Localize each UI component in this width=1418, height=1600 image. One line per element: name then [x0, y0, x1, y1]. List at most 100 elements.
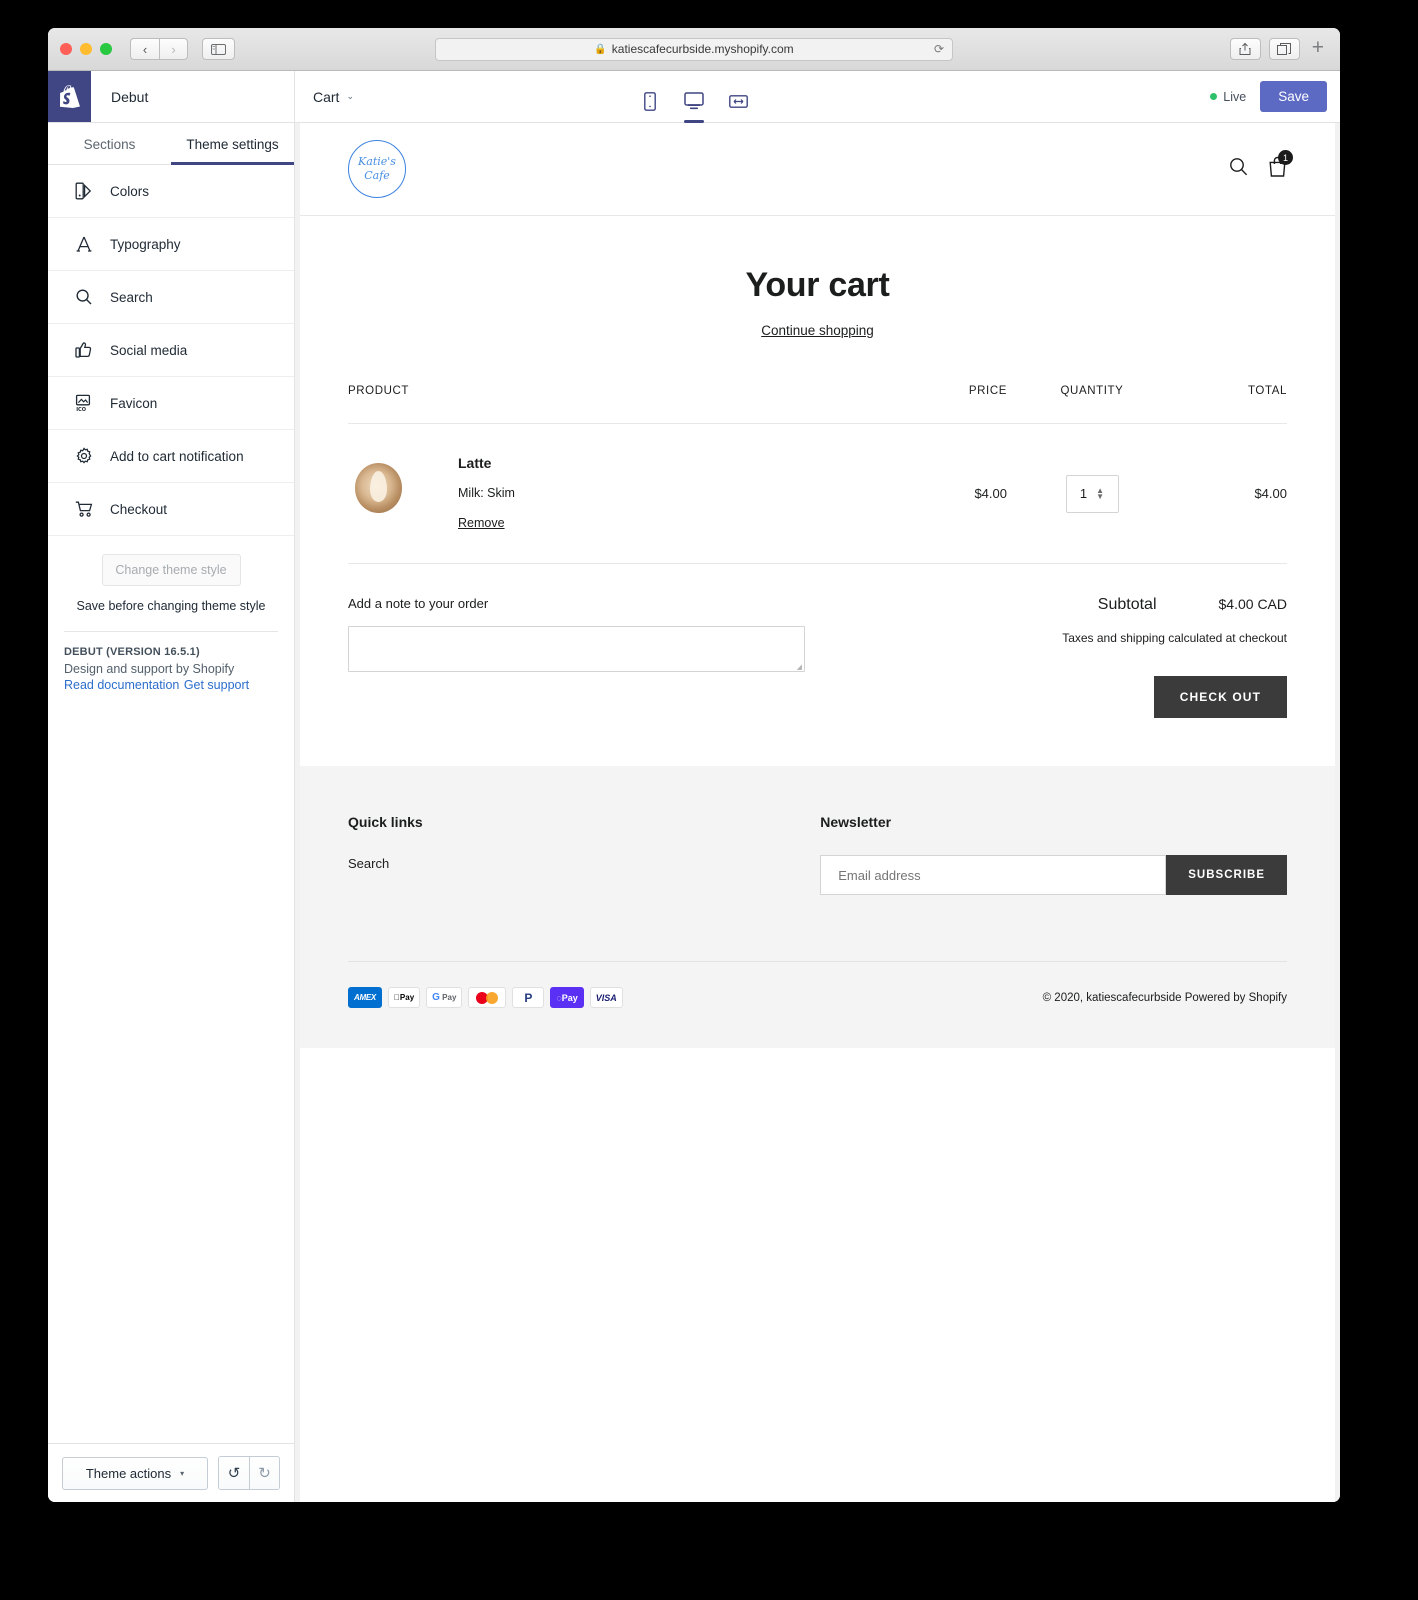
subtotal-value: $4.00 CAD	[1218, 596, 1287, 612]
cart-button[interactable]: 1	[1268, 150, 1293, 182]
stepper-arrows-icon[interactable]: ▲ ▼	[1096, 486, 1104, 500]
page-selector[interactable]: Cart ⌄	[295, 71, 354, 122]
sidebar-item-label: Add to cart notification	[110, 448, 244, 464]
storefront-preview: Katie's Cafe 1 Your cart Continue shoppi…	[295, 123, 1340, 1502]
quick-links-column: Quick links Search	[348, 814, 820, 895]
cart-table: PRODUCT PRICE QUANTITY TOTAL Latte Milk:…	[348, 385, 1287, 563]
chrome-right-actions: +	[1229, 36, 1328, 63]
quantity-stepper[interactable]: 1 ▲ ▼	[1065, 474, 1119, 513]
editor-body: Sections Theme settings Colors Typograph…	[48, 123, 1340, 1502]
order-note-input[interactable]	[348, 626, 805, 672]
fullwidth-preview-button[interactable]	[725, 85, 751, 117]
thumbs-up-icon	[74, 340, 94, 360]
sidebar-toggle-icon[interactable]	[202, 38, 235, 60]
subscribe-button[interactable]: SUBSCRIBE	[1166, 855, 1287, 895]
product-image[interactable]	[348, 455, 432, 522]
window-controls	[60, 43, 112, 55]
sidebar-item-favicon[interactable]: ICO Favicon	[48, 377, 294, 430]
close-window-button[interactable]	[60, 43, 72, 55]
read-documentation-link[interactable]: Read documentation	[64, 678, 179, 692]
newsletter-column: Newsletter SUBSCRIBE	[820, 814, 1287, 895]
theme-actions-label: Theme actions	[85, 1465, 172, 1481]
shopify-logo-icon[interactable]	[48, 71, 91, 122]
store-header: Katie's Cafe 1	[300, 123, 1335, 216]
copyright-text: © 2020, katiescafecurbside Powered by Sh…	[1042, 991, 1287, 1004]
footer-bottom: AMEX Pay G Pay P ◌Pay VISA © 2020, kati…	[348, 961, 1287, 1048]
paypal-icon: P	[512, 987, 545, 1008]
save-button[interactable]: Save	[1260, 81, 1327, 112]
cart-item-quantity-cell: 1 ▲ ▼	[1007, 423, 1177, 563]
mastercard-icon	[468, 987, 507, 1008]
sidebar-item-label: Social media	[110, 342, 188, 358]
share-icon[interactable]	[1229, 38, 1261, 60]
email-field[interactable]	[820, 855, 1167, 895]
maximize-window-button[interactable]	[100, 43, 112, 55]
theme-actions-button[interactable]: Theme actions ▾	[62, 1456, 208, 1490]
checkout-button[interactable]: CHECK OUT	[1153, 676, 1287, 718]
undo-button[interactable]: ↺	[219, 1457, 249, 1489]
chevron-down-icon: ⌄	[346, 91, 354, 101]
search-icon[interactable]	[1229, 157, 1248, 181]
get-support-link[interactable]: Get support	[184, 678, 249, 692]
cart-item-price: $4.00	[857, 423, 1007, 563]
sidebar-item-search[interactable]: Search	[48, 271, 294, 324]
tab-theme-settings[interactable]: Theme settings	[171, 123, 294, 165]
sidebar-item-typography[interactable]: Typography	[48, 218, 294, 271]
browser-chrome: ‹ › 🔒 katiescafecurbside.myshopify.com ⟳…	[48, 28, 1340, 71]
browser-window: ‹ › 🔒 katiescafecurbside.myshopify.com ⟳…	[48, 28, 1340, 1502]
redo-button[interactable]: ↻	[249, 1457, 279, 1489]
minimize-window-button[interactable]	[80, 43, 92, 55]
quick-links-title: Quick links	[348, 814, 423, 830]
reload-button[interactable]: ⟳	[934, 42, 944, 56]
favicon-icon: ICO	[74, 393, 94, 413]
address-bar[interactable]: 🔒 katiescafecurbside.myshopify.com ⟳	[435, 37, 953, 61]
cart-summary: Subtotal $4.00 CAD Taxes and shipping ca…	[941, 596, 1287, 718]
cart-item-product-cell: Latte Milk: Skim Remove	[348, 423, 857, 563]
quantity-value: 1	[1079, 486, 1088, 501]
continue-shopping-link[interactable]: Continue shopping	[348, 323, 1287, 338]
status-badge: Live	[1210, 90, 1246, 104]
visa-icon: VISA	[589, 987, 623, 1008]
undo-redo-group: ↺ ↻	[218, 1456, 280, 1490]
remove-item-link[interactable]: Remove	[458, 516, 505, 530]
sidebar-item-checkout[interactable]: Checkout	[48, 483, 294, 536]
product-name[interactable]: Latte	[458, 455, 515, 471]
quick-link-search[interactable]: Search	[348, 856, 820, 871]
desktop-preview-button[interactable]	[681, 85, 707, 123]
order-note-label: Add a note to your order	[348, 596, 489, 611]
sidebar-item-label: Favicon	[110, 395, 158, 411]
column-header-total: TOTAL	[1248, 385, 1287, 397]
tab-overview-icon[interactable]	[1268, 38, 1300, 60]
tab-sections[interactable]: Sections	[48, 123, 171, 164]
payment-methods: AMEX Pay G Pay P ◌Pay VISA	[348, 987, 623, 1008]
live-label: Live	[1223, 89, 1247, 104]
svg-text:ICO: ICO	[76, 407, 86, 412]
theme-name[interactable]: Debut	[91, 71, 295, 122]
sidebar-tabs: Sections Theme settings	[48, 123, 294, 165]
theme-settings-sidebar: Sections Theme settings Colors Typograph…	[48, 123, 295, 1502]
nav-buttons: ‹ ›	[130, 38, 188, 60]
new-tab-button[interactable]: +	[1308, 36, 1328, 63]
tax-shipping-note: Taxes and shipping calculated at checkou…	[1062, 631, 1287, 645]
stepper-down-icon[interactable]: ▼	[1096, 492, 1104, 500]
mobile-preview-button[interactable]	[637, 85, 663, 117]
newsletter-title: Newsletter	[820, 814, 892, 830]
order-note-section: Add a note to your order	[348, 596, 941, 718]
sidebar-item-social-media[interactable]: Social media	[48, 324, 294, 377]
sidebar-item-label: Colors	[110, 183, 150, 199]
sidebar-item-label: Typography	[110, 236, 181, 252]
footer-columns: Quick links Search Newsletter SUBSCRIBE	[348, 814, 1287, 895]
back-button[interactable]: ‹	[130, 38, 159, 60]
sidebar-item-colors[interactable]: Colors	[48, 165, 294, 218]
store-page: Katie's Cafe 1 Your cart Continue shoppi…	[300, 123, 1335, 1502]
sidebar-item-add-to-cart-notification[interactable]: Add to cart notification	[48, 430, 294, 483]
chevron-down-icon: ▾	[180, 1468, 185, 1478]
product-variant: Milk: Skim	[458, 486, 515, 500]
forward-button[interactable]: ›	[159, 38, 188, 60]
store-logo[interactable]: Katie's Cafe	[348, 140, 406, 198]
google-pay-icon: G Pay	[426, 987, 463, 1008]
column-header-product: PRODUCT	[348, 385, 410, 397]
header-icons: 1	[1229, 150, 1293, 182]
change-theme-style-button[interactable]: Change theme style	[101, 554, 241, 586]
logo-line-2: Cafe	[364, 169, 390, 182]
